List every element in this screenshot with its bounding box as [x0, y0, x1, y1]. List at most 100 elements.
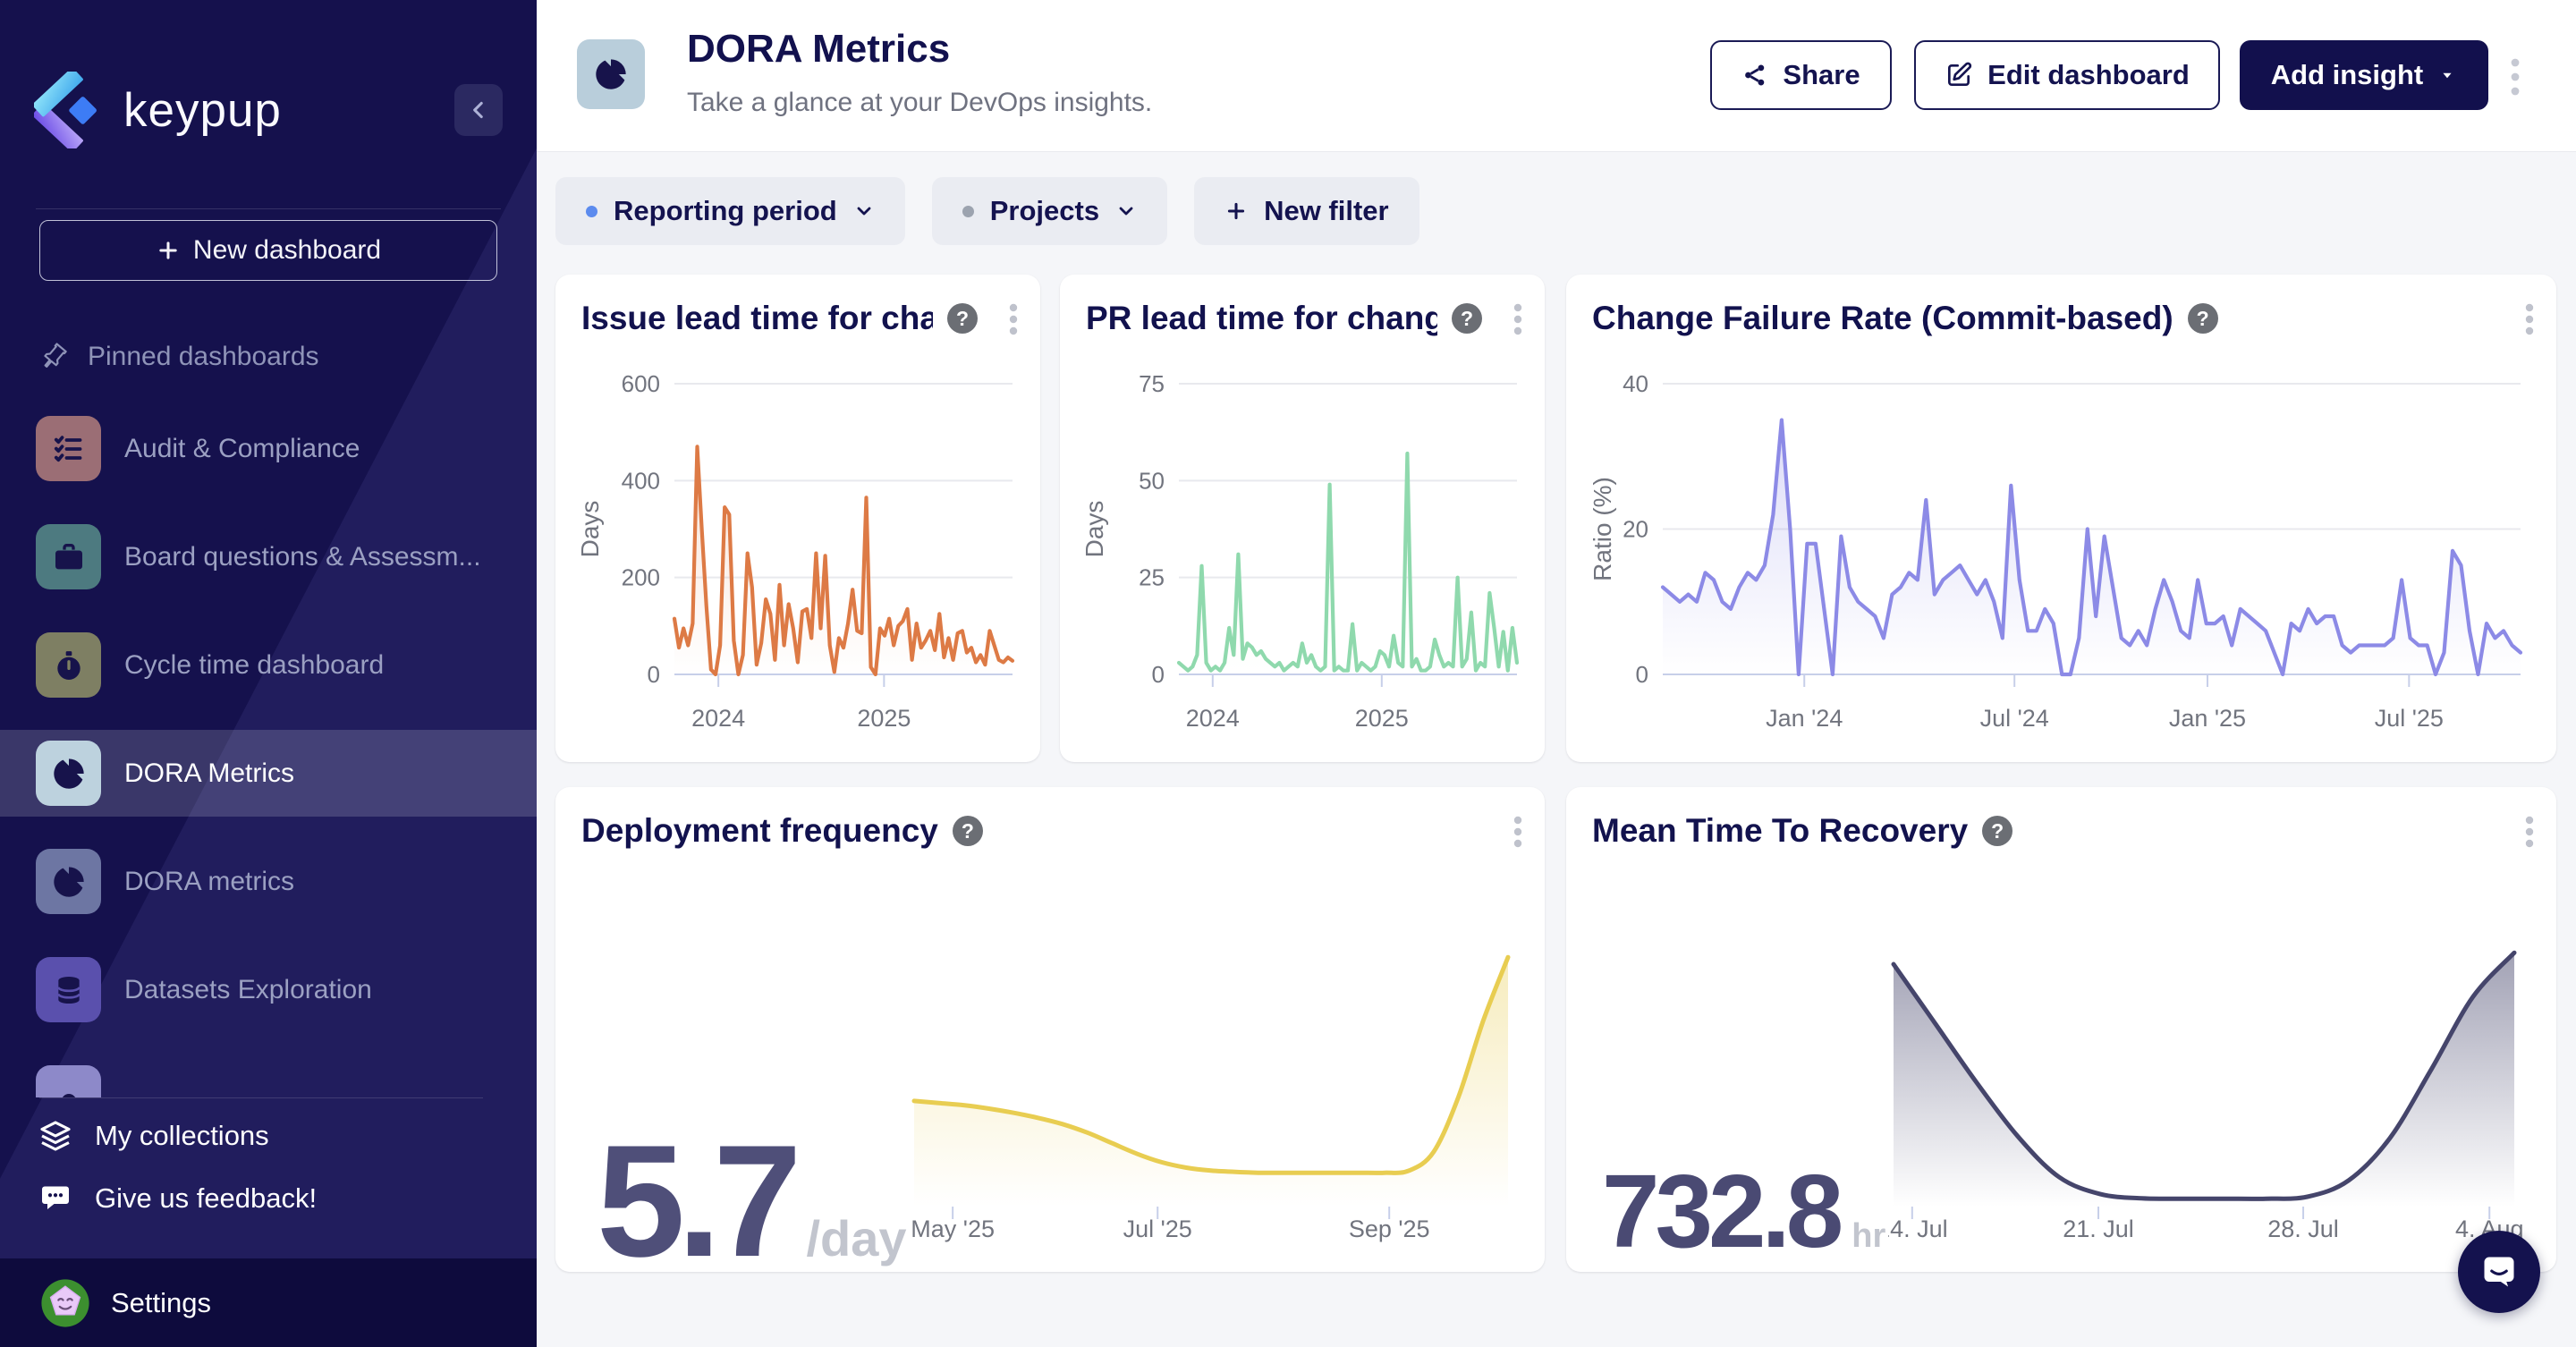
svg-text:40: 40 — [1623, 370, 1648, 397]
add-insight-button[interactable]: Add insight — [2240, 40, 2488, 110]
deployment-frequency-chart[interactable]: May '25Jul '25Sep '25 — [909, 930, 1526, 1248]
chevron-down-icon — [1115, 200, 1137, 222]
svg-text:Jul '24: Jul '24 — [1980, 705, 2049, 732]
svg-text:Jan '24: Jan '24 — [1766, 705, 1843, 732]
sidebar-item-label: Board questions & Assessm... — [124, 542, 481, 572]
page-subtitle: Take a glance at your DevOps insights. — [687, 88, 1152, 118]
app-root: keypup New dashboard Pinned dashboards — [0, 0, 2576, 1347]
deployment-frequency-value: 5.7 /day — [597, 1122, 907, 1272]
sidebar-item-feedback[interactable]: Give us feedback! — [0, 1174, 537, 1223]
my-collections-label: My collections — [95, 1120, 269, 1152]
database-icon — [36, 957, 101, 1022]
big-number-unit: /day — [806, 1209, 906, 1267]
page-title: DORA Metrics — [687, 27, 950, 72]
projects-label: Projects — [990, 195, 1099, 227]
pin-icon — [39, 343, 68, 371]
new-filter-button[interactable]: New filter — [1194, 177, 1419, 245]
kebab-menu-icon[interactable] — [2524, 816, 2535, 851]
svg-text:28. Jul: 28. Jul — [2267, 1216, 2339, 1242]
reporting-period-filter[interactable]: Reporting period — [555, 177, 905, 245]
svg-text:Sep '25: Sep '25 — [1349, 1216, 1430, 1242]
brand-name: keypup — [123, 83, 282, 138]
svg-text:400: 400 — [622, 467, 660, 494]
svg-text:0: 0 — [1636, 661, 1648, 688]
card-title: Deployment frequency — [581, 812, 938, 850]
svg-text:Jul '25: Jul '25 — [1123, 1216, 1192, 1242]
big-number: 732.8 — [1602, 1159, 1839, 1263]
sidebar-item-audit-compliance[interactable]: Audit & Compliance — [0, 405, 537, 492]
new-dashboard-button[interactable]: New dashboard — [39, 220, 497, 281]
settings-label: Settings — [111, 1287, 211, 1319]
chat-bubble-icon — [2479, 1252, 2519, 1292]
filter-active-dot — [586, 206, 597, 217]
card-pr-lead-time: PR lead time for changes ? 0255075Days20… — [1060, 275, 1545, 762]
sidebar-section-divider — [39, 1097, 483, 1098]
filter-inactive-dot — [962, 206, 974, 217]
svg-text:2024: 2024 — [691, 705, 745, 732]
new-dashboard-label: New dashboard — [193, 235, 381, 266]
sidebar-item-board-questions[interactable]: Board questions & Assessm... — [0, 513, 537, 600]
big-number-unit: hr — [1852, 1217, 1885, 1256]
sidebar-collapse-button[interactable] — [454, 84, 503, 136]
feedback-label: Give us feedback! — [95, 1182, 317, 1215]
page-header: DORA Metrics Take a glance at your DevOp… — [537, 0, 2576, 152]
change-failure-rate-chart[interactable]: 02040Ratio (%)Jan '24Jul '24Jan '25Jul '… — [1584, 357, 2535, 737]
mean-time-to-recovery-chart[interactable]: 14. Jul21. Jul28. Jul4. Aug — [1888, 930, 2538, 1248]
card-title: Issue lead time for cha... — [581, 300, 933, 337]
share-label: Share — [1783, 59, 1860, 91]
sidebar-item-my-collections[interactable]: My collections — [0, 1112, 537, 1160]
help-icon[interactable]: ? — [947, 303, 978, 334]
sidebar-item-clipped[interactable] — [0, 1055, 537, 1097]
layers-icon — [39, 1120, 72, 1152]
sidebar-item-settings[interactable]: Settings — [0, 1258, 537, 1347]
edit-icon — [1945, 61, 1973, 89]
help-icon[interactable]: ? — [1452, 303, 1482, 334]
sidebar-item-label: DORA metrics — [124, 867, 294, 897]
main-content: DORA Metrics Take a glance at your DevOp… — [537, 0, 2576, 1347]
svg-text:21. Jul: 21. Jul — [2063, 1216, 2134, 1242]
pr-lead-time-chart[interactable]: 0255075Days20242025 — [1076, 357, 1528, 737]
share-icon — [1741, 62, 1768, 89]
share-button[interactable]: Share — [1710, 40, 1892, 110]
sidebar-item-cycle-time[interactable]: Cycle time dashboard — [0, 622, 537, 708]
help-icon[interactable]: ? — [1982, 816, 2012, 846]
mttr-value: 732.8 hr — [1602, 1159, 1885, 1263]
chat-bubble-icon — [39, 1182, 72, 1215]
pie-chart-icon — [593, 56, 629, 92]
kebab-menu-icon[interactable] — [2524, 303, 2535, 339]
sidebar-item-dora-metrics-2[interactable]: DORA metrics — [0, 838, 537, 925]
dashboard-icon — [36, 1065, 101, 1097]
kebab-menu-icon[interactable] — [1513, 303, 1523, 339]
svg-text:20: 20 — [1623, 516, 1648, 543]
reporting-period-label: Reporting period — [614, 195, 837, 227]
svg-text:Days: Days — [576, 501, 604, 558]
sidebar-item-datasets-exploration[interactable]: Datasets Exploration — [0, 946, 537, 1033]
dashboard-icon-tile — [577, 39, 645, 109]
briefcase-icon — [36, 524, 101, 589]
svg-text:50: 50 — [1139, 467, 1165, 494]
sidebar-item-label: Cycle time dashboard — [124, 650, 384, 681]
kebab-menu-icon[interactable] — [1513, 816, 1523, 851]
help-icon[interactable]: ? — [2188, 303, 2218, 334]
pie-chart-icon — [36, 741, 101, 806]
caret-down-icon — [2437, 65, 2457, 85]
chat-launcher-button[interactable] — [2458, 1231, 2540, 1313]
stopwatch-icon — [36, 632, 101, 698]
card-title: Change Failure Rate (Commit-based) — [1592, 300, 2174, 337]
svg-text:2025: 2025 — [1355, 705, 1409, 732]
edit-dashboard-button[interactable]: Edit dashboard — [1914, 40, 2220, 110]
keypup-logo-icon — [34, 72, 111, 148]
sidebar-item-dora-metrics[interactable]: DORA Metrics — [0, 730, 537, 817]
help-icon[interactable]: ? — [953, 816, 983, 846]
kebab-menu-icon[interactable] — [1008, 303, 1019, 339]
card-title: PR lead time for changes — [1086, 300, 1437, 337]
filter-bar: Reporting period Projects New filter — [555, 177, 1419, 245]
projects-filter[interactable]: Projects — [932, 177, 1167, 245]
svg-text:25: 25 — [1139, 564, 1165, 591]
plus-icon — [1224, 199, 1248, 223]
checklist-icon — [36, 416, 101, 481]
issue-lead-time-chart[interactable]: 0200400600Days20242025 — [572, 357, 1023, 737]
header-kebab-menu-icon[interactable] — [2510, 52, 2528, 102]
app-logo[interactable]: keypup — [34, 72, 282, 148]
svg-text:2024: 2024 — [1186, 705, 1240, 732]
